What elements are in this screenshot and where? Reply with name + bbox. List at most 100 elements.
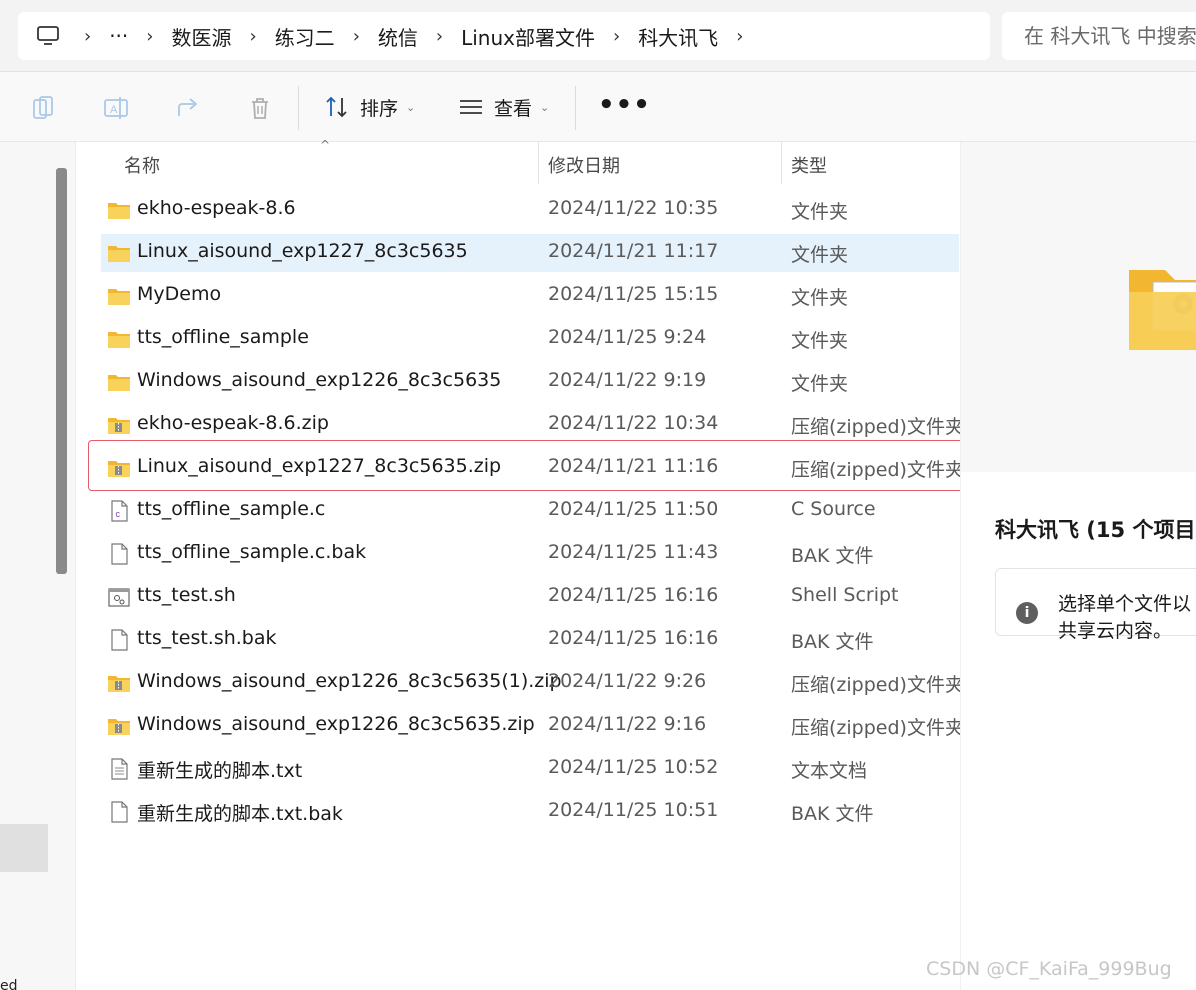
file-type: 文件夹	[791, 330, 849, 352]
file-icon	[111, 801, 128, 823]
nav-pane-scrollbar[interactable]	[56, 168, 67, 574]
folder-icon	[108, 289, 130, 305]
file-modified-date: 2024/11/22 10:34	[548, 412, 719, 434]
chevron-right-icon[interactable]: ›	[722, 26, 757, 47]
file-row[interactable]: Windows_aisound_exp1226_8c3c5635 2024/11/…	[101, 363, 959, 401]
shell-script-icon	[108, 588, 130, 607]
preview-area	[961, 142, 1196, 472]
info-icon: i	[1016, 602, 1038, 624]
column-header-row: ^ 名称 修改日期 类型	[76, 138, 960, 186]
chevron-right-icon[interactable]: ›	[235, 26, 270, 47]
chevron-down-icon: ⌄	[540, 100, 550, 114]
breadcrumb-overflow[interactable]: ···	[105, 24, 132, 48]
file-type: BAK 文件	[791, 631, 874, 653]
chevron-right-icon[interactable]: ›	[339, 26, 374, 47]
chevron-right-icon[interactable]: ›	[70, 26, 105, 47]
file-name: 重新生成的脚本.txt	[137, 760, 303, 782]
column-header-name[interactable]: 名称	[124, 152, 160, 178]
file-modified-date: 2024/11/22 9:26	[548, 670, 707, 692]
file-modified-date: 2024/11/25 10:52	[548, 756, 719, 778]
file-type: 文件夹	[791, 373, 849, 395]
c-source-file-icon: c	[111, 500, 128, 522]
file-name: tts_offline_sample.c	[137, 498, 326, 520]
chevron-right-icon[interactable]: ›	[422, 26, 457, 47]
column-header-type[interactable]: 类型	[791, 152, 827, 178]
breadcrumb-item-0[interactable]: 数医源	[167, 22, 235, 51]
file-name: 重新生成的脚本.txt.bak	[137, 803, 343, 825]
rename-icon[interactable]: A	[102, 94, 130, 122]
file-row[interactable]: Linux_aisound_exp1227_8c3c5635 2024/11/21…	[101, 234, 959, 272]
copy-icon[interactable]	[30, 94, 58, 122]
view-menu-button[interactable]: 查看 ⌄	[458, 92, 549, 122]
details-title: 科大讯飞 (15 个项目)	[995, 518, 1196, 542]
file-row[interactable]: ekho-espeak-8.6 2024/11/22 10:35 文件夹	[101, 191, 959, 229]
file-row[interactable]: tts_offline_sample 2024/11/25 9:24 文件夹	[101, 320, 959, 358]
file-modified-date: 2024/11/22 9:16	[548, 713, 707, 735]
folder-icon	[108, 375, 130, 391]
file-row[interactable]: tts_offline_sample.c.bak 2024/11/25 11:43…	[101, 535, 959, 573]
sort-icon	[326, 96, 347, 118]
file-modified-date: 2024/11/25 15:15	[548, 283, 719, 305]
info-card: i 选择单个文件以 共享云内容。	[995, 568, 1196, 642]
chevron-right-icon[interactable]: ›	[132, 26, 167, 47]
nav-pane-selected-item[interactable]	[0, 824, 48, 872]
file-row[interactable]: Windows_aisound_exp1226_8c3c5635(1).zip 2…	[101, 664, 964, 702]
this-pc-icon[interactable]	[36, 26, 60, 46]
file-type: BAK 文件	[791, 803, 874, 825]
file-row[interactable]: tts_test.sh 2024/11/25 16:16 Shell Script	[101, 578, 959, 616]
search-input[interactable]	[1024, 24, 1196, 48]
file-row[interactable]: Windows_aisound_exp1226_8c3c5635.zip 2024…	[101, 707, 964, 745]
file-type: Shell Script	[791, 584, 899, 606]
file-type: 文件夹	[791, 244, 849, 266]
search-box[interactable]	[1002, 12, 1196, 60]
file-modified-date: 2024/11/22 9:19	[548, 369, 707, 391]
svg-text:c: c	[116, 509, 121, 519]
file-modified-date: 2024/11/22 10:35	[548, 197, 719, 219]
file-name: Windows_aisound_exp1226_8c3c5635.zip	[137, 713, 535, 735]
file-row[interactable]: ekho-espeak-8.6.zip 2024/11/22 10:34 压缩(zi…	[101, 406, 964, 444]
breadcrumb-item-4[interactable]: 科大讯飞	[634, 22, 722, 51]
file-modified-date: 2024/11/21 11:17	[548, 240, 719, 262]
file-type: BAK 文件	[791, 545, 874, 567]
file-name: tts_offline_sample.c.bak	[137, 541, 367, 563]
chevron-right-icon[interactable]: ›	[599, 26, 634, 47]
file-row[interactable]: c tts_offline_sample.c 2024/11/25 11:50 C S…	[101, 492, 959, 530]
file-type: 文件夹	[791, 287, 849, 309]
folder-icon	[108, 332, 130, 348]
file-row[interactable]: tts_test.sh.bak 2024/11/25 16:16 BAK 文件	[101, 621, 959, 659]
file-row[interactable]: MyDemo 2024/11/25 15:15 文件夹	[101, 277, 959, 315]
file-row[interactable]: 重新生成的脚本.txt.bak 2024/11/25 10:51 BAK 文件	[101, 793, 959, 831]
delete-icon[interactable]	[246, 94, 274, 122]
file-modified-date: 2024/11/25 16:16	[548, 627, 719, 649]
info-text: 选择单个文件以 共享云内容。	[1058, 591, 1191, 645]
file-type: C Source	[791, 498, 876, 520]
share-icon[interactable]	[174, 94, 202, 122]
zip-folder-icon	[108, 418, 130, 434]
folder-preview-icon	[1129, 270, 1196, 350]
breadcrumb[interactable]: › ··· › 数医源 › 练习二 › 统信 › Linux部署文件 › 科大讯…	[18, 12, 990, 60]
annotation-highlight-box	[88, 440, 974, 491]
file-modified-date: 2024/11/25 16:16	[548, 584, 719, 606]
column-resize-handle[interactable]	[538, 142, 539, 184]
breadcrumb-item-3[interactable]: Linux部署文件	[457, 22, 599, 51]
breadcrumb-item-1[interactable]: 练习二	[271, 22, 339, 51]
text-file-icon	[111, 758, 128, 780]
toolbar-divider	[298, 86, 299, 130]
column-header-date[interactable]: 修改日期	[548, 152, 620, 178]
column-resize-handle[interactable]	[781, 142, 782, 184]
file-row[interactable]: 重新生成的脚本.txt 2024/11/25 10:52 文本文档	[101, 750, 959, 788]
sort-menu-button[interactable]: 排序 ⌄	[324, 92, 415, 122]
view-label: 查看	[494, 97, 533, 120]
svg-text:A: A	[110, 104, 118, 116]
file-modified-date: 2024/11/25 11:43	[548, 541, 719, 563]
folder-icon	[108, 203, 130, 219]
more-options-button[interactable]: •••	[598, 90, 651, 120]
file-type: 压缩(zipped)文件夹	[791, 674, 964, 696]
file-name: MyDemo	[137, 283, 222, 305]
watermark: CSDN @CF_KaiFa_999Bug	[926, 958, 1172, 980]
file-name: ekho-espeak-8.6.zip	[137, 412, 329, 434]
file-type: 文本文档	[791, 760, 868, 782]
folder-icon	[108, 246, 130, 262]
breadcrumb-item-2[interactable]: 统信	[374, 22, 422, 51]
file-name: Windows_aisound_exp1226_8c3c5635(1).zip	[137, 670, 562, 692]
